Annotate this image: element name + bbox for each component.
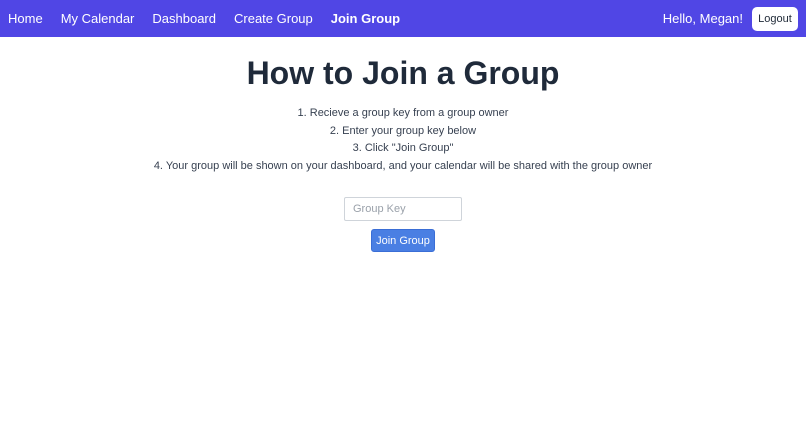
nav-link-create-group[interactable]: Create Group [234,11,313,26]
nav-link-dashboard[interactable]: Dashboard [152,11,216,26]
top-navbar: Home My Calendar Dashboard Create Group … [0,0,806,37]
step-item: 2. Enter your group key below [329,124,477,137]
nav-link-my-calendar[interactable]: My Calendar [61,11,135,26]
step-item: 4. Your group will be shown on your dash… [153,160,653,173]
nav-link-join-group[interactable]: Join Group [331,11,400,26]
nav-links: Home My Calendar Dashboard Create Group … [8,11,418,26]
group-key-input[interactable] [344,197,462,222]
logout-button[interactable]: Logout [752,6,798,31]
join-group-button[interactable]: Join Group [371,229,435,253]
nav-user-area: Hello, Megan! Logout [662,6,798,31]
step-item: 1. Recieve a group key from a group owne… [297,107,509,119]
instruction-steps: 1. Recieve a group key from a group owne… [0,107,806,172]
join-group-form: Join Group [0,197,806,253]
step-item: 3. Click "Join Group" [352,142,454,155]
page-title: How to Join a Group [246,55,560,91]
nav-link-home[interactable]: Home [8,11,43,26]
main-content: How to Join a Group 1. Recieve a group k… [0,37,806,253]
user-greeting: Hello, Megan! [662,11,743,26]
